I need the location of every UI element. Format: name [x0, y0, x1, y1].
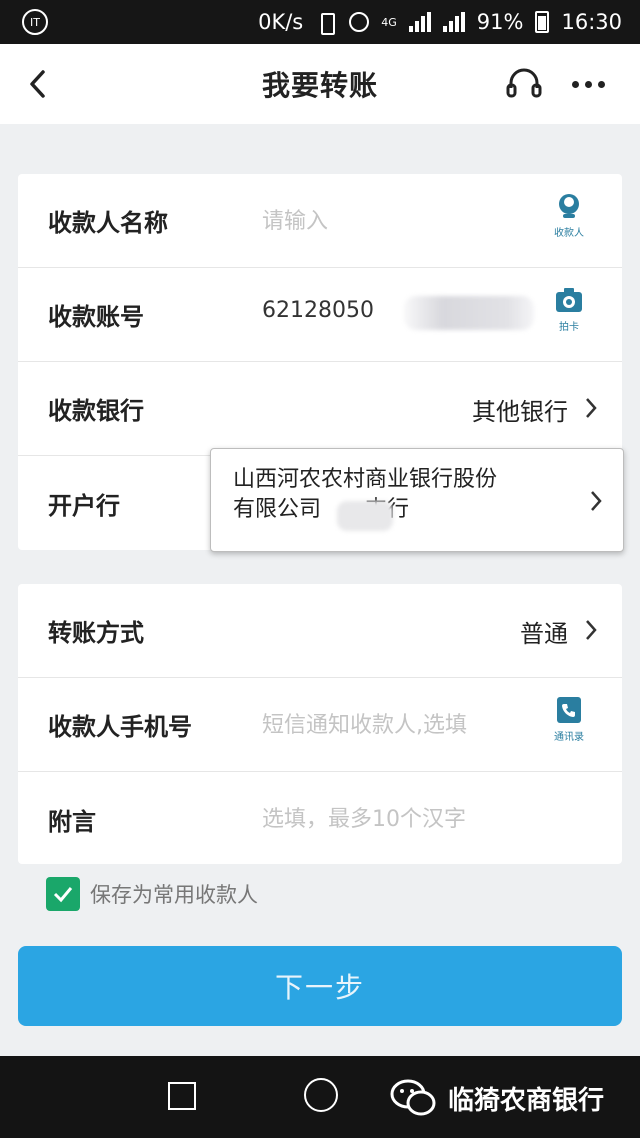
- remark-label: 附言: [48, 807, 96, 836]
- camera-icon: [556, 288, 582, 312]
- payee-phone-label: 收款人手机号: [48, 713, 192, 741]
- branch-name-line1: 山西河农农村商业银行股份: [233, 467, 498, 492]
- save-payee-label: 保存为常用收款人: [90, 883, 258, 907]
- payee-name-row: 收款人名称 收款人: [18, 174, 622, 268]
- check-icon: [53, 887, 73, 903]
- network-type: 4G: [381, 15, 397, 29]
- payee-picker-button[interactable]: 收款人: [542, 192, 596, 252]
- system-nav-bar: 临猗农商银行: [0, 1056, 640, 1138]
- chevron-right-icon: [586, 620, 597, 640]
- branch-name-line2: 有限公司 支行: [233, 497, 410, 522]
- save-payee-checkbox[interactable]: [46, 877, 80, 911]
- wechat-icon: [390, 1079, 436, 1116]
- phone-book-icon: [557, 697, 581, 723]
- account-row: 收款账号 62128050 拍卡: [18, 268, 622, 362]
- watermark: 临猗农商银行: [388, 1076, 604, 1120]
- home-button[interactable]: [304, 1078, 338, 1112]
- nav-bar: 我要转账: [0, 44, 640, 124]
- branch-row: 开户行 山西河农农村商业银行股份 有限公司 支行: [18, 448, 624, 552]
- chevron-right-icon: [586, 398, 597, 418]
- scan-card-caption: 拍卡: [559, 322, 579, 333]
- transfer-options-card: 转账方式 普通 收款人手机号 通讯录 附言: [18, 584, 622, 864]
- contact-person-icon: [559, 194, 579, 218]
- payee-picker-caption: 收款人: [554, 228, 584, 239]
- scan-card-button[interactable]: 拍卡: [542, 286, 596, 346]
- page-title: 我要转账: [261, 69, 378, 102]
- alarm-icon: [349, 12, 370, 32]
- clock: 16:30: [561, 10, 622, 34]
- bank-value: 其他银行: [472, 398, 568, 426]
- signal-icon-2: [442, 12, 465, 32]
- status-bar: IT 0K/s 4G 91% 16:30: [0, 0, 640, 44]
- payee-phone-input[interactable]: [262, 708, 542, 742]
- recent-apps-button[interactable]: [168, 1082, 196, 1110]
- back-arrow-icon: [30, 70, 45, 98]
- signal-icon: [408, 12, 431, 32]
- more-dot-icon: [571, 80, 579, 88]
- redaction-blur: [404, 296, 534, 330]
- transfer-mode-row[interactable]: 转账方式 普通: [18, 584, 622, 678]
- app-notification-icon: IT: [22, 9, 48, 35]
- remark-row: 附言: [18, 772, 622, 866]
- contacts-button[interactable]: 通讯录: [542, 696, 596, 756]
- headset-icon: [506, 68, 542, 98]
- redaction-blur: [337, 501, 393, 531]
- remark-input[interactable]: [262, 802, 542, 836]
- account-label: 收款账号: [48, 303, 144, 331]
- payee-phone-row: 收款人手机号 通讯录: [18, 678, 622, 772]
- back-button[interactable]: [18, 64, 58, 104]
- network-speed: 0K/s: [258, 10, 304, 34]
- vibrate-icon: [315, 13, 337, 35]
- battery-percent: 91%: [476, 10, 524, 34]
- chevron-right-icon: [591, 491, 602, 511]
- transfer-mode-value: 普通: [520, 620, 568, 648]
- payee-name-input[interactable]: [262, 204, 542, 238]
- next-step-button[interactable]: 下一步: [18, 946, 622, 1026]
- battery-icon: [535, 11, 550, 33]
- save-payee-option[interactable]: 保存为常用收款人: [46, 876, 258, 912]
- payee-name-label: 收款人名称: [48, 209, 168, 237]
- bank-row[interactable]: 收款银行 其他银行: [18, 362, 622, 456]
- payee-card: 收款人名称 收款人 收款账号 62128050 拍卡 收款银行 其他银行: [18, 174, 624, 552]
- more-menu-button[interactable]: [562, 64, 614, 104]
- bank-label: 收款银行: [48, 397, 144, 425]
- branch-selector[interactable]: 山西河农农村商业银行股份 有限公司 支行: [210, 448, 624, 552]
- customer-service-button[interactable]: [504, 64, 544, 104]
- contacts-caption: 通讯录: [554, 732, 584, 743]
- watermark-text: 临猗农商银行: [448, 1085, 605, 1116]
- transfer-mode-label: 转账方式: [48, 619, 144, 647]
